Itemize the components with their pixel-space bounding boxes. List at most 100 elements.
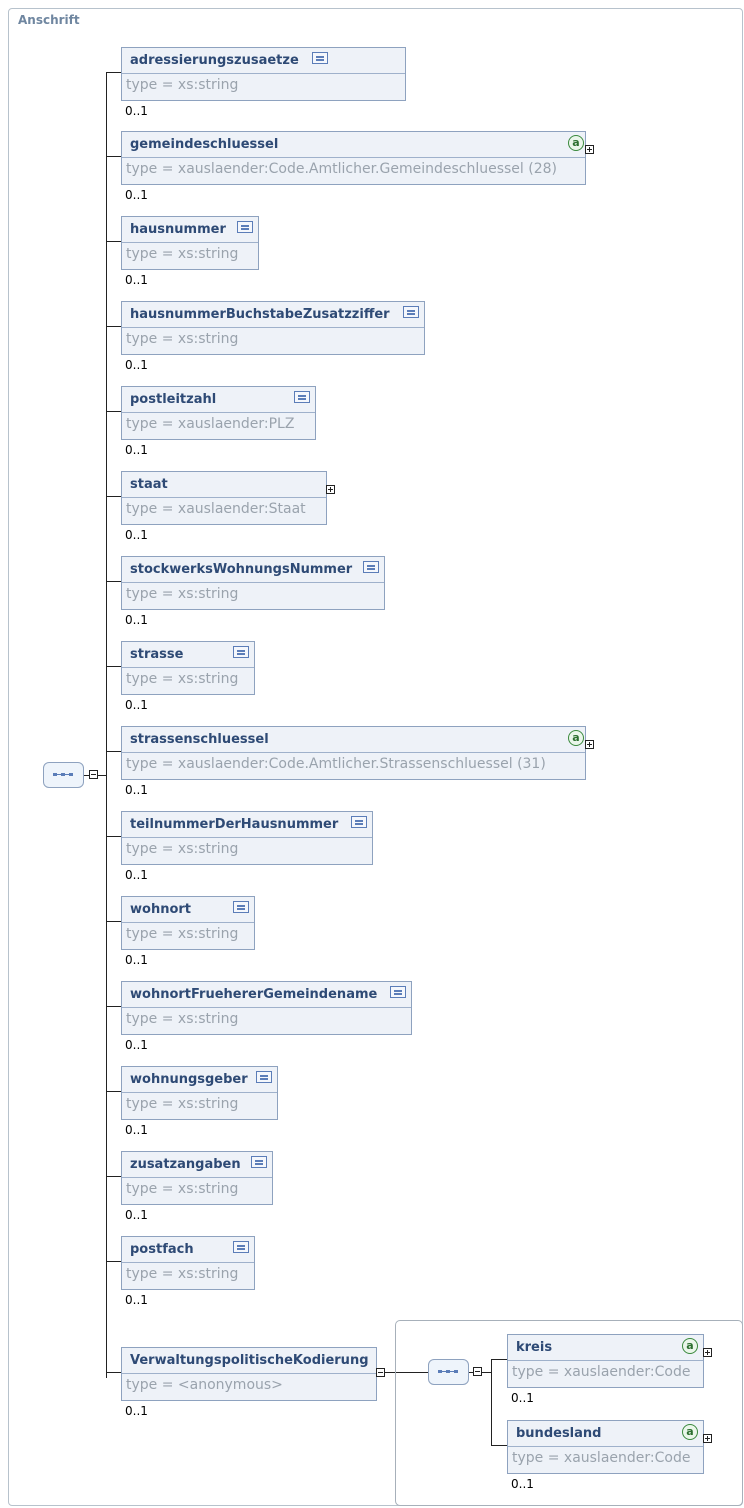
element-box-postleitzahl[interactable]: postleitzahl type = xauslaender:PLZ <box>121 386 316 440</box>
element-type: type = <anonymous> <box>126 1377 283 1393</box>
element-box-zusatzangaben[interactable]: zusatzangaben type = xs:string <box>121 1151 273 1205</box>
element-name: strassenschluessel <box>130 732 269 747</box>
box-divider <box>122 1373 376 1374</box>
expand-toggle[interactable] <box>585 145 594 154</box>
simple-type-icon <box>233 901 249 913</box>
box-divider <box>122 1092 277 1093</box>
element-box-strasse[interactable]: strasse type = xs:string <box>121 641 255 695</box>
box-divider <box>122 1262 254 1263</box>
sequence-icon <box>53 773 73 776</box>
cardinality-label: 0..1 <box>125 1293 148 1307</box>
element-name: zusatzangaben <box>130 1157 241 1172</box>
simple-type-icon <box>251 1156 267 1168</box>
element-name: teilnummerDerHausnummer <box>130 817 339 832</box>
simple-type-icon <box>256 1071 272 1083</box>
element-name: wohnort <box>130 902 192 917</box>
box-divider <box>122 922 254 923</box>
cardinality-label: 0..1 <box>125 443 148 457</box>
element-type: type = xs:string <box>126 331 239 347</box>
element-type: type = xs:string <box>126 671 239 687</box>
element-box-staat[interactable]: staat type = xauslaender:Staat <box>121 471 327 525</box>
element-name: wohnortFruehererGemeindename <box>130 987 378 1002</box>
element-type: type = xs:string <box>126 926 239 942</box>
element-box-strassenschluessel[interactable]: strassenschluessel type = xauslaender:Cod… <box>121 726 586 780</box>
element-box-wohnort[interactable]: wohnort type = xs:string <box>121 896 255 950</box>
box-divider <box>122 1007 411 1008</box>
cardinality-label: 0..1 <box>125 188 148 202</box>
element-box-VerwaltungspolitischeKodierung[interactable]: VerwaltungspolitischeKodierung type = <an… <box>121 1347 377 1401</box>
element-box-wohnungsgeber[interactable]: wohnungsgeber type = xs:string <box>121 1066 278 1120</box>
element-type: type = xs:string <box>126 841 239 857</box>
cardinality-label: 0..1 <box>125 273 148 287</box>
box-divider <box>122 667 254 668</box>
box-divider <box>122 73 405 74</box>
sequence-compositor[interactable] <box>43 762 84 788</box>
element-type: type = xauslaender:Code.Amtlicher.Gemein… <box>126 161 557 177</box>
diagram-title: Anschrift <box>18 13 80 27</box>
element-box-wohnortFruehererGemeindename[interactable]: wohnortFruehererGemeindename type = xs:st… <box>121 981 412 1035</box>
cardinality-label: 0..1 <box>125 1038 148 1052</box>
collapse-toggle[interactable] <box>376 1368 385 1377</box>
cardinality-label: 0..1 <box>125 953 148 967</box>
connector-line <box>106 411 121 412</box>
connector-line <box>106 751 121 752</box>
element-type: type = xs:string <box>126 246 239 262</box>
element-box-gemeindeschluessel[interactable]: gemeindeschluessel type = xauslaender:Cod… <box>121 131 586 185</box>
cardinality-label: 0..1 <box>125 358 148 372</box>
element-name: staat <box>130 477 168 492</box>
element-box-hausnummerBuchstabeZusatzziffer[interactable]: hausnummerBuchstabeZusatzziffer type = xs… <box>121 301 425 355</box>
box-divider <box>122 157 585 158</box>
element-type: type = xs:string <box>126 1266 239 1282</box>
connector-line <box>106 156 121 157</box>
element-name: hausnummer <box>130 222 226 237</box>
anonymous-type-frame <box>395 1320 743 1506</box>
element-box-postfach[interactable]: postfach type = xs:string <box>121 1236 255 1290</box>
cardinality-label: 0..1 <box>125 783 148 797</box>
expand-toggle[interactable] <box>585 740 594 749</box>
element-name: VerwaltungspolitischeKodierung <box>130 1353 369 1368</box>
box-divider <box>122 327 424 328</box>
element-box-teilnummerDerHausnummer[interactable]: teilnummerDerHausnummer type = xs:string <box>121 811 373 865</box>
cardinality-label: 0..1 <box>125 1404 148 1418</box>
expand-toggle[interactable] <box>326 485 335 494</box>
element-box-hausnummer[interactable]: hausnummer type = xs:string <box>121 216 259 270</box>
box-divider <box>122 412 315 413</box>
sequence-spine <box>106 72 107 1378</box>
element-type: type = xs:string <box>126 77 239 93</box>
element-name: wohnungsgeber <box>130 1072 248 1087</box>
cardinality-label: 0..1 <box>125 868 148 882</box>
collapse-toggle[interactable] <box>89 770 98 779</box>
simple-type-icon <box>390 986 406 998</box>
cardinality-label: 0..1 <box>125 528 148 542</box>
box-divider <box>122 582 384 583</box>
element-type: type = xs:string <box>126 1181 239 1197</box>
cardinality-label: 0..1 <box>125 1123 148 1137</box>
connector-line <box>106 1091 121 1092</box>
element-type: type = xs:string <box>126 1011 239 1027</box>
connector-line <box>106 921 121 922</box>
element-type: type = xauslaender:Code.Amtlicher.Strass… <box>126 756 546 772</box>
box-divider <box>122 242 258 243</box>
element-box-stockwerksWohnungsNummer[interactable]: stockwerksWohnungsNummer type = xs:string <box>121 556 385 610</box>
element-name: adressierungszusaetze <box>130 53 299 68</box>
element-name: gemeindeschluessel <box>130 137 279 152</box>
simple-type-icon <box>233 1241 249 1253</box>
connector-line <box>106 1372 121 1373</box>
connector-line <box>106 581 121 582</box>
box-divider <box>122 752 585 753</box>
simple-type-icon <box>351 816 367 828</box>
element-name: postfach <box>130 1242 194 1257</box>
element-box-adressierungszusaetze[interactable]: adressierungszusaetze type = xs:string <box>121 47 406 101</box>
simple-type-icon <box>312 52 328 64</box>
simple-type-icon <box>237 221 253 233</box>
element-type: type = xs:string <box>126 586 239 602</box>
simple-type-icon <box>403 306 419 318</box>
cardinality-label: 0..1 <box>125 613 148 627</box>
simple-type-icon <box>233 646 249 658</box>
element-name: postleitzahl <box>130 392 217 407</box>
simple-type-icon <box>363 561 379 573</box>
connector-line <box>106 836 121 837</box>
box-divider <box>122 497 326 498</box>
element-name: hausnummerBuchstabeZusatzziffer <box>130 307 390 322</box>
attribute-icon: a <box>568 730 584 746</box>
